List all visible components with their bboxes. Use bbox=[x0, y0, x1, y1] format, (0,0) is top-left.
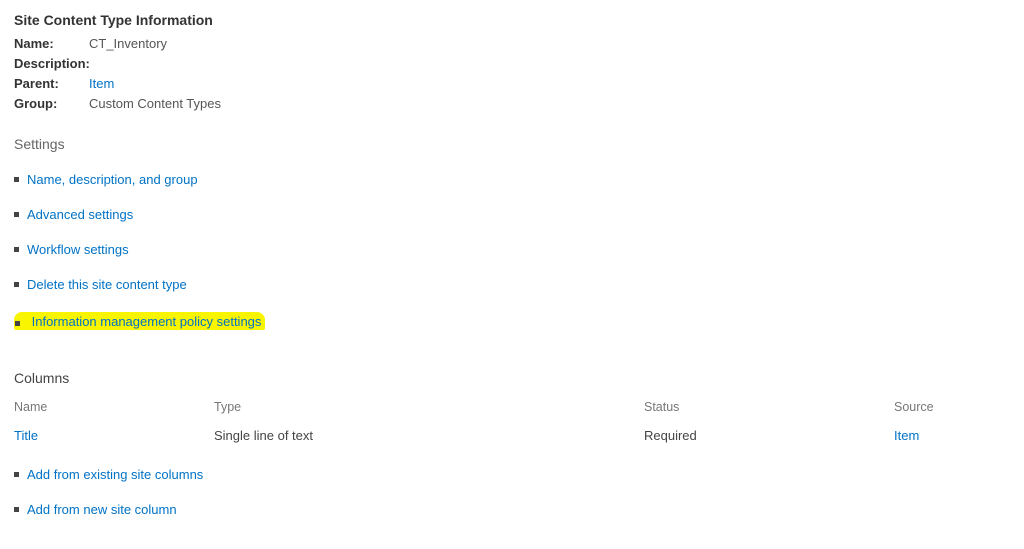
add-new-column-link[interactable]: Add from new site column bbox=[27, 502, 177, 517]
section-title: Site Content Type Information bbox=[14, 12, 1010, 28]
settings-item-name-desc-group: Name, description, and group bbox=[14, 172, 1010, 187]
column-action-add-new: Add from new site column bbox=[14, 502, 1010, 517]
column-header-source: Source bbox=[894, 400, 1010, 414]
column-action-add-existing: Add from existing site columns bbox=[14, 467, 1010, 482]
column-status-value: Required bbox=[644, 428, 894, 443]
group-value: Custom Content Types bbox=[89, 94, 221, 114]
settings-link-workflow[interactable]: Workflow settings bbox=[27, 242, 129, 257]
description-label: Description: bbox=[14, 54, 89, 74]
column-actions: Add from existing site columns Add from … bbox=[14, 467, 1010, 517]
settings-link-info-policy[interactable]: Information management policy settings bbox=[32, 314, 262, 329]
column-header-type: Type bbox=[214, 400, 644, 414]
column-type-value: Single line of text bbox=[214, 428, 644, 443]
bullet-icon bbox=[14, 472, 19, 477]
columns-header-row: Name Type Status Source bbox=[14, 400, 1010, 414]
bullet-icon bbox=[14, 247, 19, 252]
info-row-name: Name: CT_Inventory bbox=[14, 34, 1010, 54]
bullet-icon bbox=[14, 212, 19, 217]
parent-link[interactable]: Item bbox=[89, 74, 114, 94]
info-row-parent: Parent: Item bbox=[14, 74, 1010, 94]
settings-item-advanced: Advanced settings bbox=[14, 207, 1010, 222]
highlighted-wrapper: Information management policy settings bbox=[14, 312, 265, 330]
settings-link-name-desc-group[interactable]: Name, description, and group bbox=[27, 172, 198, 187]
parent-label: Parent: bbox=[14, 74, 89, 94]
column-header-name: Name bbox=[14, 400, 214, 414]
group-label: Group: bbox=[14, 94, 89, 114]
settings-item-info-policy: Information management policy settings bbox=[14, 312, 1010, 330]
settings-item-delete: Delete this site content type bbox=[14, 277, 1010, 292]
column-name-link[interactable]: Title bbox=[14, 428, 38, 443]
add-existing-columns-link[interactable]: Add from existing site columns bbox=[27, 467, 203, 482]
columns-table: Name Type Status Source Title Single lin… bbox=[14, 400, 1010, 443]
content-type-info-section: Site Content Type Information Name: CT_I… bbox=[14, 12, 1010, 114]
table-row: Title Single line of text Required Item bbox=[14, 428, 1010, 443]
settings-link-advanced[interactable]: Advanced settings bbox=[27, 207, 133, 222]
settings-list: Name, description, and group Advanced se… bbox=[14, 172, 1010, 330]
info-rows: Name: CT_Inventory Description: Parent: … bbox=[14, 34, 1010, 114]
settings-heading: Settings bbox=[14, 136, 1010, 152]
column-source-link[interactable]: Item bbox=[894, 428, 919, 443]
bullet-icon bbox=[14, 282, 19, 287]
settings-link-delete[interactable]: Delete this site content type bbox=[27, 277, 187, 292]
name-value: CT_Inventory bbox=[89, 34, 167, 54]
bullet-icon bbox=[15, 321, 20, 326]
settings-item-workflow: Workflow settings bbox=[14, 242, 1010, 257]
column-header-status: Status bbox=[644, 400, 894, 414]
columns-heading: Columns bbox=[14, 370, 1010, 386]
info-row-description: Description: bbox=[14, 54, 1010, 74]
bullet-icon bbox=[14, 177, 19, 182]
bullet-icon bbox=[14, 507, 19, 512]
name-label: Name: bbox=[14, 34, 89, 54]
info-row-group: Group: Custom Content Types bbox=[14, 94, 1010, 114]
